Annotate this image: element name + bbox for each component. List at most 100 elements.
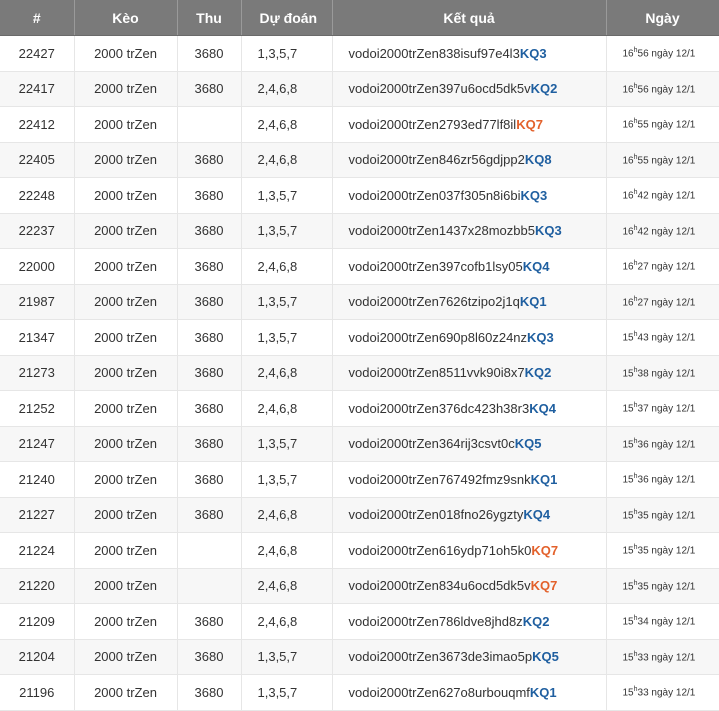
cell-ket-qua: vodoi2000trZen397u6ocd5dk5vKQ2	[332, 71, 607, 107]
cell-ket-qua: vodoi2000trZen627o8urbouqmfKQ1	[332, 674, 607, 711]
cell-ket-qua: vodoi2000trZen037f305n8i6biKQ3	[332, 177, 607, 214]
header-du-doan: Dự đoán	[241, 0, 333, 36]
date-hour: 15	[622, 332, 634, 344]
result-kq-badge: KQ8	[524, 152, 552, 168]
cell-keo: 2000 trZen	[74, 568, 178, 604]
header-ngay: Ngày	[606, 0, 719, 36]
result-kq-badge: KQ3	[519, 45, 547, 61]
cell-keo: 2000 trZen	[74, 390, 178, 427]
cell-ngay: 15h43 ngày 12/1	[606, 319, 719, 356]
cell-ngay: 15h38 ngày 12/1	[606, 355, 719, 391]
date-hour: 15	[622, 438, 634, 450]
cell-ngay: 16h56 ngày 12/1	[606, 71, 719, 107]
date-day: ngày 12/1	[648, 190, 696, 202]
cell-keo: 2000 trZen	[74, 319, 178, 356]
date-day: ngày 12/1	[648, 403, 696, 415]
result-kq-badge: KQ1	[530, 471, 558, 487]
results-table: # Kèo Thu Dự đoán Kết quả Ngày 22427 2000…	[0, 0, 719, 711]
cell-thu: 3680	[177, 35, 242, 72]
cell-keo: 2000 trZen	[74, 248, 178, 285]
cell-ket-qua: vodoi2000trZen838isuf97e4l3KQ3	[332, 35, 607, 72]
cell-du-doan: 1,3,5,7	[241, 213, 333, 249]
date-hour: 16	[622, 154, 634, 166]
table-row: 22248 2000 trZen 3680 1,3,5,7 vodoi2000trZen…	[0, 177, 719, 214]
date-minute: 33	[637, 687, 649, 699]
result-kq-badge: KQ5	[514, 436, 542, 452]
result-kq-badge: KQ3	[534, 223, 562, 239]
date-minute: 38	[637, 367, 649, 379]
cell-thu	[177, 106, 242, 143]
result-kq-badge: KQ4	[522, 258, 550, 274]
cell-keo: 2000 trZen	[74, 71, 178, 107]
cell-ngay: 15h36 ngày 12/1	[606, 426, 719, 462]
cell-keo: 2000 trZen	[74, 355, 178, 391]
date-day: ngày 12/1	[648, 616, 696, 628]
date-minute: 34	[637, 616, 649, 628]
cell-ket-qua: vodoi2000trZen616ydp71oh5k0KQ7	[332, 532, 607, 569]
cell-du-doan: 2,4,6,8	[241, 568, 333, 604]
date-minute: 42	[637, 190, 649, 202]
table-row: 21196 2000 trZen 3680 1,3,5,7 vodoi2000trZen…	[0, 674, 719, 711]
date-day: ngày 12/1	[648, 261, 696, 273]
date-hour: 15	[622, 367, 634, 379]
cell-thu: 3680	[177, 674, 242, 711]
date-day: ngày 12/1	[648, 651, 696, 663]
result-code: vodoi2000trZen037f305n8i6bi	[348, 187, 521, 203]
cell-ket-qua: vodoi2000trZen2793ed77lf8ilKQ7	[332, 106, 607, 143]
cell-thu: 3680	[177, 142, 242, 178]
cell-keo: 2000 trZen	[74, 177, 178, 214]
cell-du-doan: 1,3,5,7	[241, 35, 333, 72]
cell-thu: 3680	[177, 284, 242, 320]
cell-ngay: 15h35 ngày 12/1	[606, 497, 719, 533]
date-day: ngày 12/1	[648, 474, 696, 486]
result-code: vodoi2000trZen834u6ocd5dk5v	[348, 578, 531, 594]
cell-id: 22405	[0, 142, 75, 178]
cell-ngay: 15h33 ngày 12/1	[606, 639, 719, 675]
date-day: ngày 12/1	[648, 296, 696, 308]
cell-id: 21196	[0, 674, 75, 711]
cell-ngay: 15h35 ngày 12/1	[606, 532, 719, 569]
cell-id: 22248	[0, 177, 75, 214]
cell-du-doan: 2,4,6,8	[241, 71, 333, 107]
header-ket-qua: Kết quả	[332, 0, 607, 36]
cell-ket-qua: vodoi2000trZen018fno26ygztyKQ4	[332, 497, 607, 533]
cell-du-doan: 2,4,6,8	[241, 248, 333, 285]
cell-id: 22000	[0, 248, 75, 285]
cell-keo: 2000 trZen	[74, 284, 178, 320]
result-code: vodoi2000trZen690p8l60z24nz	[348, 329, 528, 345]
result-kq-badge: KQ2	[524, 365, 552, 381]
table-row: 22237 2000 trZen 3680 1,3,5,7 vodoi2000trZen…	[0, 213, 719, 249]
result-code: vodoi2000trZen838isuf97e4l3	[348, 45, 520, 61]
date-day: ngày 12/1	[648, 367, 696, 379]
date-hour: 16	[622, 48, 634, 60]
cell-keo: 2000 trZen	[74, 532, 178, 569]
cell-id: 21220	[0, 568, 75, 604]
cell-thu	[177, 532, 242, 569]
result-kq-badge: KQ1	[519, 294, 547, 310]
result-code: vodoi2000trZen627o8urbouqmf	[348, 684, 530, 700]
result-code: vodoi2000trZen616ydp71oh5k0	[348, 542, 532, 558]
cell-keo: 2000 trZen	[74, 674, 178, 711]
date-day: ngày 12/1	[648, 545, 696, 557]
cell-ngay: 16h56 ngày 12/1	[606, 35, 719, 72]
date-minute: 42	[637, 225, 649, 237]
date-minute: 56	[637, 48, 649, 60]
date-hour: 16	[622, 261, 634, 273]
cell-du-doan: 2,4,6,8	[241, 142, 333, 178]
result-kq-badge: KQ7	[530, 578, 558, 594]
table-row: 22417 2000 trZen 3680 2,4,6,8 vodoi2000trZen…	[0, 71, 719, 107]
table-row: 21240 2000 trZen 3680 1,3,5,7 vodoi2000trZen…	[0, 461, 719, 498]
result-kq-badge: KQ3	[527, 329, 554, 345]
cell-ngay: 16h42 ngày 12/1	[606, 177, 719, 214]
date-hour: 15	[622, 403, 634, 415]
date-minute: 35	[637, 580, 649, 592]
result-code: vodoi2000trZen767492fmz9snk	[348, 471, 531, 487]
cell-thu: 3680	[177, 639, 242, 675]
result-code: vodoi2000trZen018fno26ygzty	[348, 507, 524, 523]
date-minute: 27	[637, 296, 649, 308]
table-header-row: # Kèo Thu Dự đoán Kết quả Ngày	[0, 0, 719, 36]
cell-id: 22427	[0, 35, 75, 72]
cell-du-doan: 1,3,5,7	[241, 426, 333, 462]
cell-thu: 3680	[177, 355, 242, 391]
cell-ngay: 15h35 ngày 12/1	[606, 568, 719, 604]
